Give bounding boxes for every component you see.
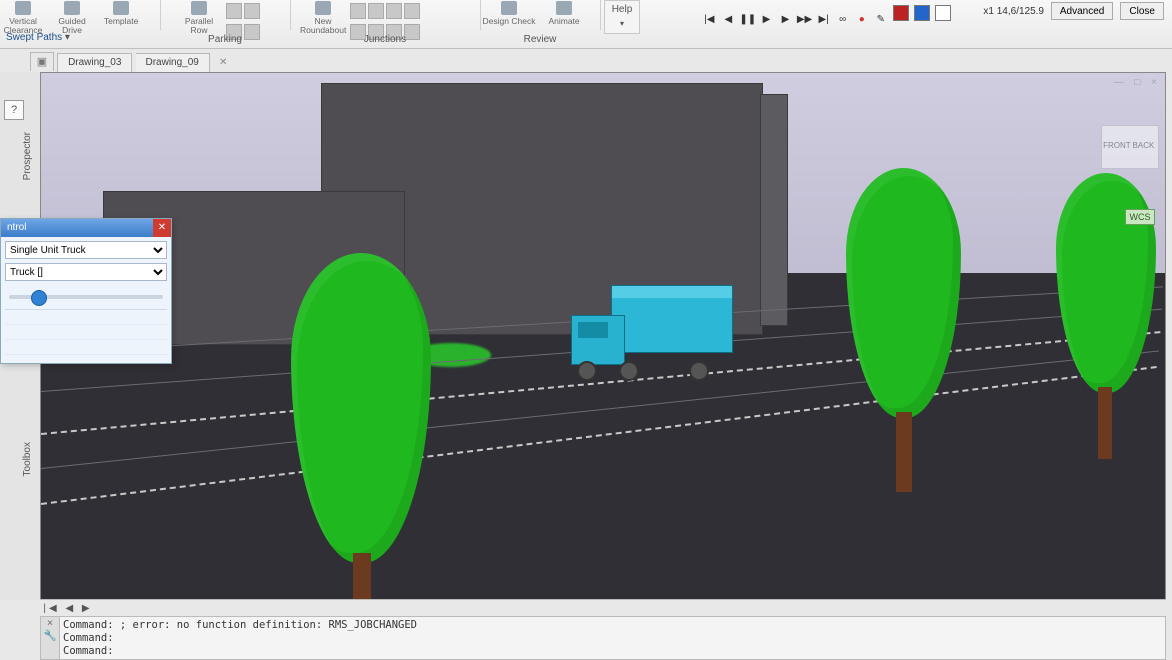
ribbon-group-paths: Vertical Clearance Guided Drive Template <box>0 0 161 30</box>
advanced-button[interactable]: Advanced <box>1051 2 1113 20</box>
group-label-review: Review <box>480 32 600 48</box>
ribbon-group-review: Design Check Animate Review <box>480 0 601 30</box>
cmdwin-handle[interactable]: ×🔧 <box>41 617 60 659</box>
speed-readout: x1 14,6/125.9 <box>983 6 1044 17</box>
panel-title-text: ntrol <box>7 222 26 233</box>
doc-tab-home-icon[interactable]: ▣ <box>30 52 54 71</box>
marker-icon[interactable]: ✎ <box>873 12 889 28</box>
design-check-button[interactable]: Design Check <box>480 0 538 30</box>
panel-empty-rows <box>5 309 167 355</box>
vehicle-type-select[interactable]: Single Unit Truck <box>5 241 167 259</box>
view-cube[interactable]: FRONTBACK <box>1101 125 1159 169</box>
guided-drive-button[interactable]: Guided Drive <box>49 0 95 30</box>
close-button[interactable]: Close <box>1120 2 1164 20</box>
step-fwd-icon[interactable]: ▶ <box>758 12 774 28</box>
step-back-icon[interactable]: ◀ <box>720 12 736 28</box>
blue-swatch[interactable] <box>914 5 930 21</box>
template-button[interactable]: Template <box>98 0 144 30</box>
swept-paths-dropdown[interactable]: Swept Paths <box>6 32 70 43</box>
wcs-badge[interactable]: WCS <box>1125 209 1155 225</box>
new-roundabout-button[interactable]: New Roundabout <box>300 0 346 30</box>
ribbon-group-parking: Parallel Row Parking <box>160 0 291 30</box>
command-window[interactable]: ×🔧 Command: ; error: no function definit… <box>40 616 1166 660</box>
play-icon[interactable]: ▶ <box>778 12 794 28</box>
ribbon: Vertical Clearance Guided Drive Template… <box>0 0 1172 49</box>
junction-tool-icon[interactable] <box>386 3 402 19</box>
cmd-prompt[interactable]: Command: <box>63 645 1161 657</box>
parallel-row-button[interactable]: Parallel Row <box>176 0 222 30</box>
vehicle-truck <box>571 285 741 375</box>
fast-fwd-icon[interactable]: ▶▶ <box>797 12 813 28</box>
go-end-icon[interactable]: ▶| <box>816 12 832 28</box>
red-swatch[interactable] <box>893 5 909 21</box>
viewport-window-buttons[interactable]: — □ × <box>1114 77 1161 88</box>
time-slider[interactable] <box>9 295 163 299</box>
animate-button[interactable]: Animate <box>541 0 587 30</box>
cmd-line: Command: <box>63 632 1161 645</box>
record-icon[interactable]: ● <box>854 12 870 28</box>
prospector-panel-tab[interactable]: Prospector <box>22 132 33 180</box>
junction-tool-icon[interactable] <box>350 3 366 19</box>
help-dropdown[interactable]: Help <box>604 0 640 34</box>
cmd-line: Command: ; error: no function definition… <box>63 619 1161 632</box>
vertical-clearance-button[interactable]: Vertical Clearance <box>0 0 46 30</box>
parking-tool-icon[interactable] <box>244 3 260 19</box>
slider-thumb[interactable] <box>31 290 47 306</box>
document-tabs: ▣ Drawing_03 Drawing_09 ✕ <box>30 52 227 72</box>
doc-tab-drawing-03[interactable]: Drawing_03 <box>57 53 132 72</box>
tree <box>846 168 961 498</box>
go-start-icon[interactable]: |◀ <box>701 12 717 28</box>
model-viewport[interactable]: FRONTBACK WCS — □ × <box>40 72 1166 600</box>
vehicle-instance-select[interactable]: Truck [] <box>5 263 167 281</box>
junction-tool-icon[interactable] <box>368 3 384 19</box>
doc-tab-drawing-09[interactable]: Drawing_09 <box>136 53 210 72</box>
panel-titlebar[interactable]: ntrol ✕ <box>1 219 171 237</box>
pause-icon[interactable]: ❚❚ <box>739 12 755 28</box>
group-label-parking: Parking <box>160 32 290 48</box>
parking-tool-icon[interactable] <box>226 3 242 19</box>
tree <box>291 253 431 600</box>
white-swatch[interactable] <box>935 5 951 21</box>
toolbox-panel-tab[interactable]: Toolbox <box>22 442 33 476</box>
junction-tool-icon[interactable] <box>404 3 420 19</box>
ribbon-group-junctions: New Roundabout Junctions <box>290 0 481 30</box>
help-icon[interactable]: ? <box>4 100 24 120</box>
animation-playbar: |◀ ◀ ❚❚ ▶ ▶ ▶▶ ▶| ∞ ● ✎ <box>701 4 952 22</box>
loop-icon[interactable]: ∞ <box>835 12 851 28</box>
panel-close-icon[interactable]: ✕ <box>153 219 171 237</box>
group-label-junctions: Junctions <box>290 32 480 48</box>
animation-control-panel[interactable]: ntrol ✕ Single Unit Truck Truck [] <box>0 218 172 364</box>
new-tab-icon[interactable]: ✕ <box>219 57 227 68</box>
